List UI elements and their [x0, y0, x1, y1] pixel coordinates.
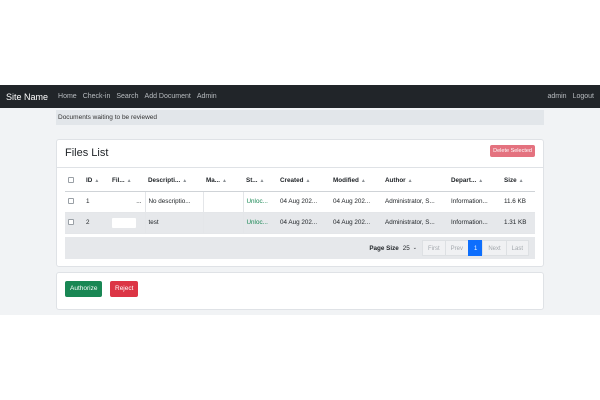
table-row[interactable]: 2 test Unloc... 04 Aug 202... 04 Aug 202… [65, 212, 535, 234]
card-divider [57, 167, 543, 168]
cell-description: test [144, 212, 203, 234]
cell-status: Unloc... [242, 191, 277, 213]
cell-ma [202, 191, 243, 213]
cell-author: Administrator, S... [382, 212, 448, 234]
cell-department: Information... [448, 212, 501, 234]
cell-file[interactable] [109, 212, 145, 234]
sort-icon: ▲ [126, 178, 132, 185]
col-header-author[interactable]: Author ▲ [382, 171, 448, 192]
nav-admin[interactable]: Admin [197, 93, 217, 100]
cell-file[interactable]: ... [109, 191, 145, 213]
col-header-description[interactable]: Descripti... ▲ [145, 171, 203, 192]
file-name-box [112, 217, 136, 228]
page-first-button[interactable]: First [421, 240, 446, 256]
page-next-button[interactable]: Next [482, 240, 507, 256]
cell-modified: 04 Aug 202... [330, 191, 382, 213]
page-size-label: Page Size [369, 244, 399, 252]
reject-button[interactable]: Reject [110, 281, 139, 297]
files-title: Files List [65, 147, 109, 159]
nav-check-in[interactable]: Check-in [83, 93, 111, 100]
nav-search[interactable]: Search [116, 93, 138, 100]
cell-size: 11.6 KB [501, 191, 535, 213]
cell-id: 2 [83, 212, 109, 234]
actions-card: Authorize Reject [56, 272, 544, 310]
col-header-department[interactable]: Depart... ▲ [448, 171, 501, 192]
table-header-row: ID ▲ Fil... ▲ Descripti... ▲ Ma... ▲ St... ▲ … [65, 171, 535, 192]
col-header-created[interactable]: Created ▲ [277, 171, 330, 192]
review-notice: Documents waiting to be reviewed [56, 110, 544, 125]
sort-icon: ▲ [478, 178, 484, 185]
sort-icon: ▲ [360, 178, 366, 185]
nav-add-document[interactable]: Add Document [145, 93, 191, 100]
col-header-size[interactable]: Size ▲ [501, 171, 535, 192]
sort-icon: ▲ [259, 178, 265, 185]
chevron-down-icon[interactable]: ⌄ [413, 245, 417, 251]
cell-status: Unloc... [242, 212, 277, 234]
site-brand[interactable]: Site Name [6, 92, 48, 102]
authorize-button[interactable]: Authorize [65, 281, 103, 297]
page-size-select[interactable]: 25 [403, 245, 410, 252]
row-checkbox[interactable] [65, 212, 83, 234]
page-last-button[interactable]: Last [505, 240, 529, 256]
row-checkbox[interactable] [65, 191, 83, 213]
sort-icon: ▲ [518, 178, 524, 185]
cell-department: Information... [448, 191, 501, 213]
cell-ma [202, 212, 243, 234]
sort-icon: ▲ [305, 178, 311, 185]
nav-user-admin[interactable]: admin [548, 93, 567, 100]
pagination-bar: Page Size 25 ⌄ First Prev 1 Next Last [65, 237, 535, 259]
cell-created: 04 Aug 202... [277, 212, 330, 234]
sort-up-icon: ▲ [94, 178, 100, 185]
col-header-file[interactable]: Fil... ▲ [109, 171, 145, 192]
col-header-modified[interactable]: Modified ▲ [330, 171, 382, 192]
nav-logout[interactable]: Logout [573, 93, 594, 100]
files-table: ID ▲ Fil... ▲ Descripti... ▲ Ma... ▲ St... ▲ … [65, 171, 535, 234]
cell-author: Administrator, S... [382, 191, 448, 213]
nav-right: admin Logout [542, 93, 595, 100]
nav-home[interactable]: Home [58, 93, 77, 100]
page-prev-button[interactable]: Prev [444, 240, 469, 256]
cell-description: No descriptio... [144, 191, 203, 213]
sort-icon: ▲ [182, 178, 188, 185]
cell-id: 1 [83, 191, 109, 213]
files-card: Files List Delete Selected ID ▲ Fil... ▲ D… [56, 139, 544, 267]
col-header-status[interactable]: St... ▲ [243, 171, 277, 192]
page-current-button[interactable]: 1 [467, 240, 484, 256]
cell-modified: 04 Aug 202... [330, 212, 382, 234]
sort-icon: ▲ [222, 178, 227, 185]
sort-icon: ▲ [407, 178, 413, 185]
col-header-ma[interactable]: Ma... ▲ [203, 171, 243, 192]
delete-selected-button[interactable]: Delete Selected [490, 145, 535, 157]
select-all-checkbox[interactable] [65, 171, 83, 192]
table-row[interactable]: 1 ... No descriptio... Unloc... 04 Aug 2… [65, 191, 535, 213]
col-header-id[interactable]: ID ▲ [83, 171, 109, 192]
cell-size: 1.31 KB [501, 212, 535, 234]
cell-created: 04 Aug 202... [277, 191, 330, 213]
navbar: Site Name Home Check-in Search Add Docum… [0, 85, 600, 108]
